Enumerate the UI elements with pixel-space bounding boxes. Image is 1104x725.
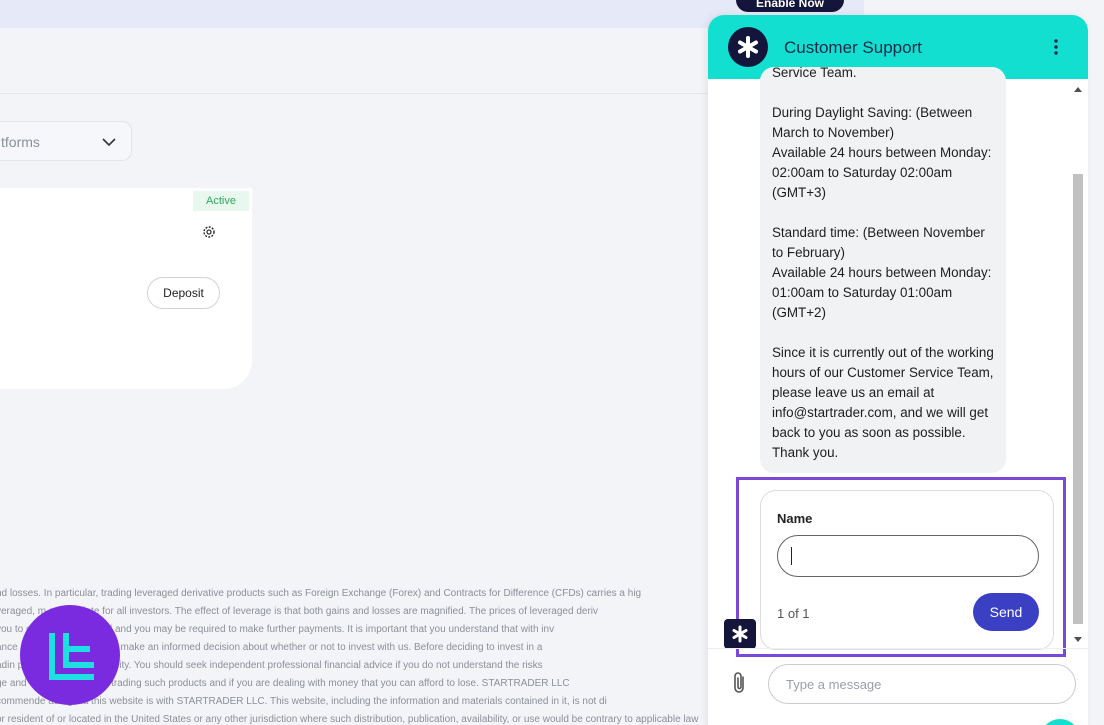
deposit-button[interactable]: Deposit — [147, 277, 220, 309]
gear-icon[interactable] — [201, 224, 217, 240]
chat-scrollbar[interactable] — [1070, 79, 1088, 649]
disclaimer-line: or resident of or located in the United … — [0, 714, 699, 725]
name-label: Name — [777, 511, 813, 526]
account-card: Active Deposit — [0, 188, 252, 389]
scroll-thumb[interactable] — [1073, 174, 1083, 624]
chat-widget: Customer Support Service Team. During Da… — [708, 15, 1088, 725]
bot-message: Service Team. During Daylight Saving: (B… — [760, 67, 1006, 473]
bot-avatar-icon — [724, 619, 756, 649]
message-paragraph: Standard time: (Between November to Febr… — [772, 225, 992, 320]
brand-logo-icon[interactable] — [20, 605, 120, 705]
scroll-down-icon[interactable] — [1073, 636, 1083, 644]
enable-now-button[interactable]: Enable Now — [736, 0, 844, 12]
message-paragraph: During Daylight Saving: (Between March t… — [772, 105, 992, 200]
send-button[interactable]: Send — [973, 593, 1039, 631]
divider — [0, 93, 708, 94]
kebab-menu-icon[interactable] — [1052, 37, 1060, 57]
message-clipped-line: Service Team. — [772, 67, 857, 80]
name-form-card: Name 1 of 1 Send — [760, 490, 1054, 650]
name-input[interactable] — [777, 535, 1039, 577]
platform-select-value: tforms — [1, 134, 40, 150]
chat-title: Customer Support — [784, 38, 922, 57]
message-input[interactable]: Type a message — [768, 664, 1076, 704]
paperclip-icon[interactable] — [730, 671, 750, 695]
disclaimer-line: nd losses. In particular, trading levera… — [0, 588, 642, 599]
status-badge: Active — [193, 191, 249, 211]
message-input-placeholder: Type a message — [786, 677, 882, 692]
bot-avatar-icon — [728, 27, 768, 67]
text-caret — [791, 547, 792, 565]
chevron-down-icon — [102, 138, 116, 147]
platform-select[interactable]: tforms — [0, 121, 132, 161]
scroll-up-icon[interactable] — [1073, 85, 1083, 93]
composer-divider — [708, 648, 1088, 649]
message-paragraph: Since it is currently out of the working… — [772, 345, 994, 460]
page-indicator: 1 of 1 — [777, 606, 810, 621]
